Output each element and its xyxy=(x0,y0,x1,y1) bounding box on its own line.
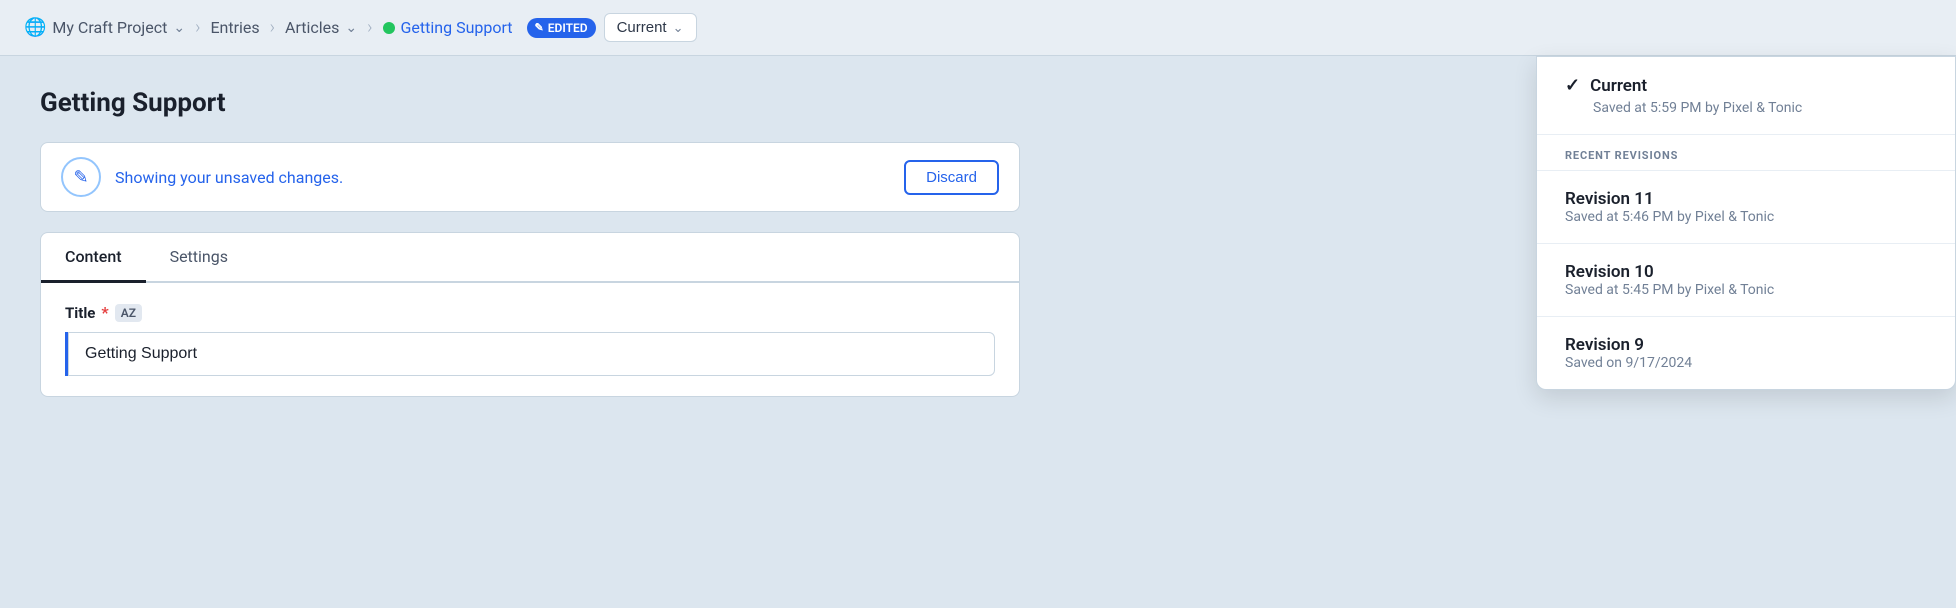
tab-settings-label: Settings xyxy=(170,247,228,266)
revision-dropdown-panel: ✓ Current Saved at 5:59 PM by Pixel & To… xyxy=(1536,56,1956,390)
revision-11-title: Revision 11 xyxy=(1565,189,1927,209)
title-input[interactable] xyxy=(68,332,995,376)
active-entry-label: Getting Support xyxy=(401,18,513,37)
title-field-label: Title * AZ xyxy=(65,303,995,322)
content-tabs-panel: Content Settings xyxy=(40,232,1020,283)
tab-settings[interactable]: Settings xyxy=(146,233,252,283)
unsaved-message: Showing your unsaved changes. xyxy=(115,168,890,187)
dropdown-current-item[interactable]: ✓ Current Saved at 5:59 PM by Pixel & To… xyxy=(1537,57,1955,135)
pencil-icon: ✎ xyxy=(61,157,101,197)
nav-entries[interactable]: Entries xyxy=(206,18,263,37)
project-label: My Craft Project xyxy=(52,18,167,37)
top-navigation: 🌐 My Craft Project ⌄ › Entries › Article… xyxy=(0,0,1956,56)
articles-chevron-icon: ⌄ xyxy=(345,20,357,36)
dropdown-revision-11[interactable]: Revision 11 Saved at 5:46 PM by Pixel & … xyxy=(1537,171,1955,244)
discard-button[interactable]: Discard xyxy=(904,160,999,195)
current-revision-subtitle: Saved at 5:59 PM by Pixel & Tonic xyxy=(1565,100,1927,116)
nav-separator-1: › xyxy=(195,17,200,38)
project-chevron-icon: ⌄ xyxy=(173,20,185,36)
dropdown-revision-10[interactable]: Revision 10 Saved at 5:45 PM by Pixel & … xyxy=(1537,244,1955,317)
entry-status-dot xyxy=(383,22,395,34)
revision-9-subtitle: Saved on 9/17/2024 xyxy=(1565,355,1927,371)
articles-label: Articles xyxy=(285,18,339,37)
current-revision-button[interactable]: Current ⌄ xyxy=(604,13,697,42)
translation-badge: AZ xyxy=(115,304,142,322)
selected-checkmark-icon: ✓ xyxy=(1565,75,1580,96)
current-btn-label: Current xyxy=(617,19,667,36)
revision-9-title: Revision 9 xyxy=(1565,335,1927,355)
revision-10-subtitle: Saved at 5:45 PM by Pixel & Tonic xyxy=(1565,282,1927,298)
edited-badge-label: EDITED xyxy=(548,21,588,35)
title-input-wrapper xyxy=(65,332,995,376)
chevron-down-icon: ⌄ xyxy=(673,20,684,36)
unsaved-changes-banner: ✎ Showing your unsaved changes. Discard xyxy=(40,142,1020,212)
tabs-row: Content Settings xyxy=(41,233,1019,283)
nav-separator-2: › xyxy=(270,17,275,38)
current-revision-title: Current xyxy=(1590,76,1647,96)
globe-icon: 🌐 xyxy=(24,17,46,38)
nav-active-entry[interactable]: Getting Support xyxy=(379,18,517,37)
dropdown-revision-9[interactable]: Revision 9 Saved on 9/17/2024 xyxy=(1537,317,1955,389)
field-area: Title * AZ xyxy=(40,283,1020,397)
edited-icon: ✎ xyxy=(535,21,544,34)
revision-10-title: Revision 10 xyxy=(1565,262,1927,282)
nav-separator-3: › xyxy=(367,17,372,38)
title-label-text: Title xyxy=(65,304,95,322)
edited-badge: ✎ EDITED xyxy=(527,18,596,38)
entries-label: Entries xyxy=(210,18,259,37)
tab-content-label: Content xyxy=(65,247,122,266)
revision-11-subtitle: Saved at 5:46 PM by Pixel & Tonic xyxy=(1565,209,1927,225)
nav-articles[interactable]: Articles ⌄ xyxy=(281,18,361,37)
nav-project[interactable]: 🌐 My Craft Project ⌄ xyxy=(20,17,189,38)
recent-revisions-header: RECENT REVISIONS xyxy=(1537,135,1955,171)
tab-content[interactable]: Content xyxy=(41,233,146,283)
required-star-icon: * xyxy=(101,303,108,322)
